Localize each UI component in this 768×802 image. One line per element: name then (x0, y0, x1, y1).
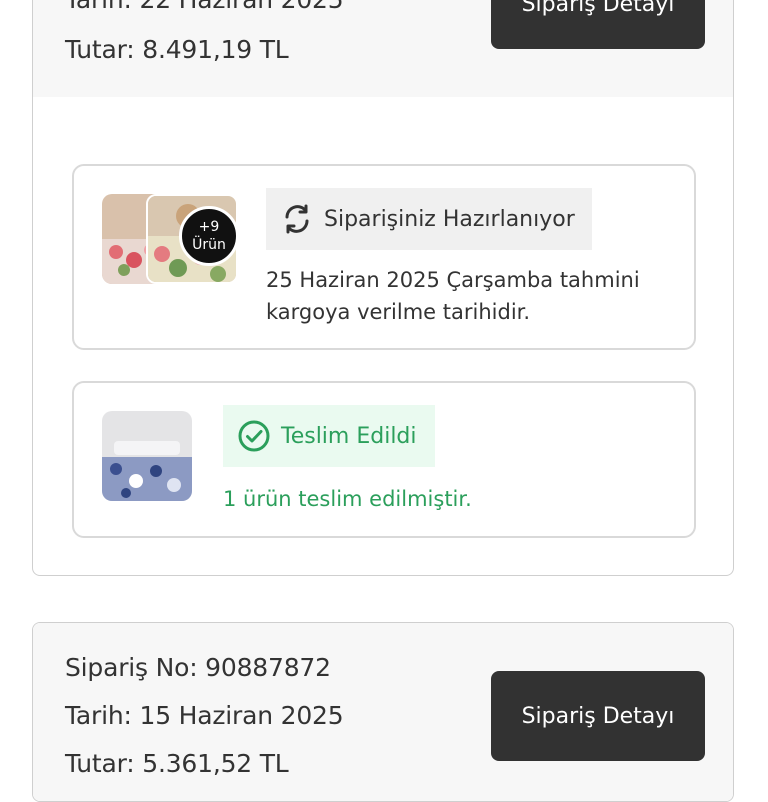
order-number: Sipariş No: 90887872 (65, 653, 331, 682)
order-card: Sipariş No: 90887872 Tarih: 15 Haziran 2… (32, 622, 734, 802)
more-products-count: +9 (198, 219, 220, 235)
status-chip: Teslim Edildi (223, 405, 435, 467)
description-line: 25 Haziran 2025 Çarşamba tahmini (266, 268, 640, 292)
order-detail-button[interactable]: Sipariş Detayı (491, 0, 705, 49)
order-total: Tutar: 8.491,19 TL (65, 35, 289, 64)
description-line: kargoya verilme tarihidir. (266, 300, 531, 324)
product-thumbnail (102, 411, 192, 501)
shipment-preparing[interactable]: +9 Ürün Siparişiniz Hazırlanıyor 25 Hazi… (72, 164, 696, 350)
order-total: Tutar: 5.361,52 TL (65, 749, 289, 778)
status-chip: Siparişiniz Hazırlanıyor (266, 188, 592, 250)
order-header: Sipariş No: 90887872 Tarih: 15 Haziran 2… (33, 623, 733, 801)
order-date: Tarih: 15 Haziran 2025 (65, 701, 344, 730)
status-text: Siparişiniz Hazırlanıyor (324, 206, 575, 232)
more-products-label: Ürün (192, 237, 226, 253)
order-date: Tarih: 22 Haziran 2025 (65, 0, 344, 14)
check-circle-icon (238, 420, 270, 452)
order-detail-button[interactable]: Sipariş Detayı (491, 671, 705, 761)
status-description: 1 ürün teslim edilmiştir. (223, 487, 472, 511)
shipment-delivered[interactable]: Teslim Edildi 1 ürün teslim edilmiştir. (72, 381, 696, 538)
order-card: Tarih: 22 Haziran 2025 Tutar: 8.491,19 T… (32, 0, 734, 576)
refresh-icon (285, 204, 309, 234)
status-text: Teslim Edildi (281, 423, 417, 449)
more-products-badge[interactable]: +9 Ürün (179, 206, 239, 266)
order-header: Tarih: 22 Haziran 2025 Tutar: 8.491,19 T… (33, 0, 733, 97)
status-description: 25 Haziran 2025 Çarşamba tahmini kargoya… (266, 264, 640, 328)
bedding-image (102, 411, 192, 501)
